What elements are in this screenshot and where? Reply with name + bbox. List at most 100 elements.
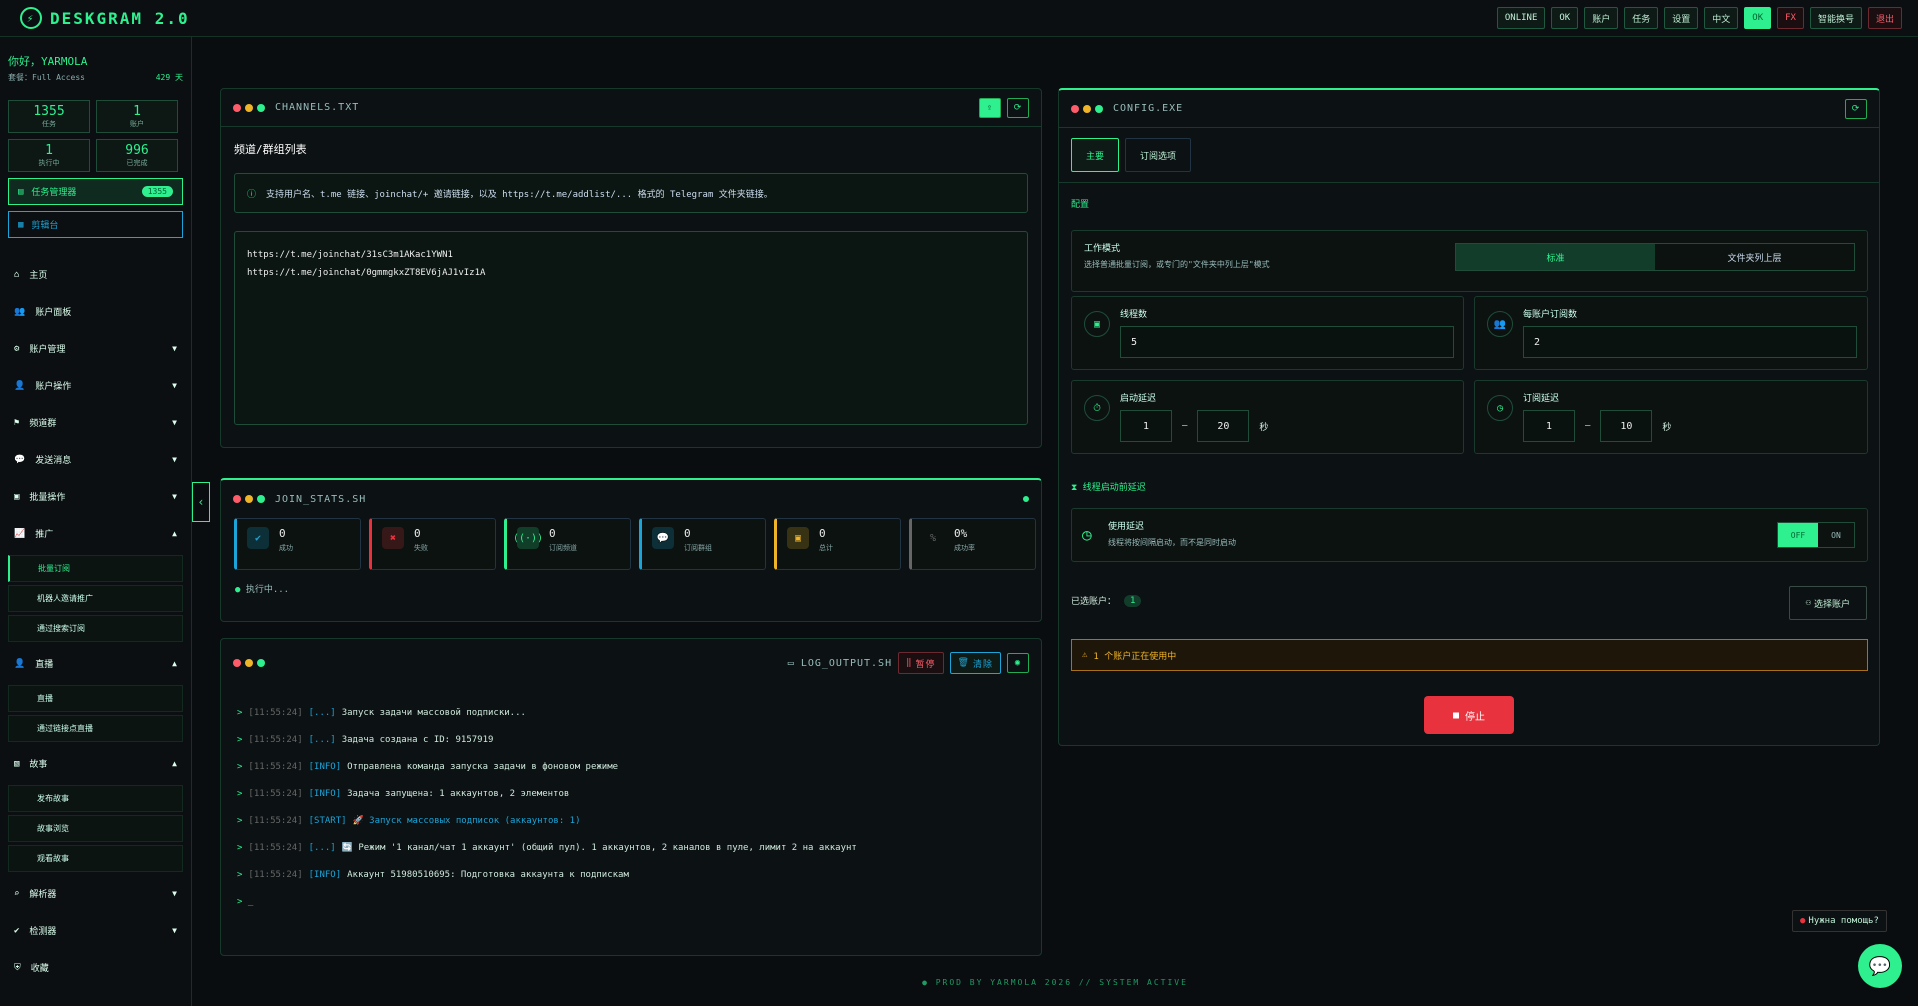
sub-promo-2[interactable]: 机器人邀请推广 bbox=[8, 585, 183, 612]
sub-posts-2[interactable]: 故事浏览 bbox=[8, 815, 183, 842]
log-message: Запуск задачи массовой подписки... bbox=[341, 707, 526, 718]
window-dots bbox=[1071, 104, 1103, 113]
sub-lives-2[interactable]: 通过链接点直播 bbox=[8, 715, 183, 742]
user-icon: 👤 bbox=[14, 380, 26, 391]
log-message: 🔄 Режим '1 канал/чат 1 аккаунт' (общий п… bbox=[341, 842, 857, 853]
upload-icon[interactable]: ⇪ bbox=[979, 97, 1001, 118]
sub-posts-3[interactable]: 观看故事 bbox=[8, 845, 183, 872]
stat-icon: ▣ bbox=[787, 527, 809, 549]
nav-label: 频道群 bbox=[29, 419, 57, 429]
nav-label: 批量操作 bbox=[29, 493, 66, 503]
stat-icon: ((·)) bbox=[513, 527, 543, 549]
log-message: 🚀 Запуск массовых подписок (аккаунтов: 1… bbox=[352, 815, 581, 826]
config-section: 配置 bbox=[1071, 200, 1090, 210]
eye-icon[interactable]: ◉ bbox=[1007, 653, 1029, 673]
log-time: [11:55:24] bbox=[248, 734, 303, 745]
sub-max[interactable]: 10 bbox=[1600, 410, 1653, 442]
nav-parser[interactable]: ⌕ 解析器 ▼ bbox=[0, 875, 191, 912]
task-manager-button[interactable]: ▤ 任务管理器 1355 bbox=[8, 178, 183, 205]
tab-label: 订阅选项 bbox=[1140, 151, 1177, 162]
topbar-button[interactable]: OK bbox=[1744, 7, 1772, 29]
mode-standard[interactable]: 标准 bbox=[1456, 244, 1655, 270]
help-chip[interactable]: ● Нужна помощь? bbox=[1792, 910, 1887, 932]
selected-count: 1 bbox=[1124, 594, 1142, 607]
logo-icon: ⚡ bbox=[20, 7, 42, 29]
chevron-up-icon: ▲ bbox=[172, 529, 177, 538]
log-line: > [11:55:24] [INFO] Задача запущена: 1 акка… bbox=[237, 788, 570, 799]
sub-delay-card: ◷ 订阅延迟 1— 10 秒 bbox=[1474, 380, 1868, 454]
log-line: > [11:55:24] [INFO] Аккаунт 51980510695: По… bbox=[237, 869, 629, 880]
nav-label: 推广 bbox=[35, 530, 54, 540]
sub-label: 订阅延迟 bbox=[1523, 394, 1560, 404]
status-dot bbox=[1023, 496, 1029, 502]
select-accounts-button[interactable]: ⚇ 选择账户 bbox=[1788, 586, 1867, 620]
sub-lives-1[interactable]: 直播 bbox=[8, 685, 183, 712]
log-line: > [11:55:24] [...] Запуск задачи массовой п… bbox=[237, 707, 526, 718]
sub-posts-1[interactable]: 发布故事 bbox=[8, 785, 183, 812]
nav-bottom[interactable]: ⛨ 收藏 bbox=[0, 949, 191, 986]
stop-button[interactable]: ■ 停止 bbox=[1424, 696, 1514, 734]
sub-promo-1[interactable]: 批量订阅 bbox=[8, 555, 183, 582]
threads-card: ▣ 线程数 5 bbox=[1071, 296, 1464, 370]
refresh-icon[interactable]: ⟳ bbox=[1845, 98, 1867, 119]
topbar-button[interactable]: 智能换号 bbox=[1809, 7, 1862, 29]
topbar-button[interactable]: 中文 bbox=[1704, 7, 1739, 29]
topbar-button[interactable]: 账户 bbox=[1584, 7, 1619, 29]
info-text: 支持用户名、t.me 链接、joinchat/+ 邀请链接，以及 https:/… bbox=[266, 189, 773, 200]
chevron-up-icon: ▲ bbox=[172, 759, 177, 768]
topbar-button[interactable]: 退出 bbox=[1867, 7, 1902, 29]
clear-button[interactable]: 🗑 清除 bbox=[949, 652, 1001, 674]
mode-folder[interactable]: 文件夹列上层 bbox=[1655, 244, 1854, 270]
log-time: [11:55:24] bbox=[248, 869, 303, 880]
topbar-button[interactable]: 任务 bbox=[1624, 7, 1659, 29]
nav-posts[interactable]: ▧ 故事 ▲ bbox=[0, 745, 191, 782]
tab-main[interactable]: 主要 bbox=[1071, 138, 1120, 172]
nav-home[interactable]: ⌂ 主页 bbox=[0, 256, 191, 293]
tab-options[interactable]: 订阅选项 bbox=[1125, 138, 1192, 172]
collapse-sidebar-button[interactable]: ‹ bbox=[192, 482, 210, 522]
log-tag: [INFO] bbox=[308, 869, 342, 880]
threads-label: 线程数 bbox=[1120, 310, 1148, 320]
stat-icon: ✔ bbox=[247, 527, 269, 549]
nav-label: 账户操作 bbox=[35, 382, 72, 392]
start-max[interactable]: 20 bbox=[1197, 410, 1250, 442]
log-line: > [11:55:24] [INFO] Отправлена команда запу… bbox=[237, 761, 619, 772]
sub-label: 直播 bbox=[37, 694, 53, 703]
nav-checker[interactable]: ✔ 检测器 ▼ bbox=[0, 912, 191, 949]
channels-textarea[interactable]: https://t.me/joinchat/31sC3m1AKac1YWN1 ht… bbox=[234, 231, 1028, 425]
per-input[interactable]: 2 bbox=[1523, 326, 1857, 358]
nav-acc-manage[interactable]: ⚙ 账户管理 ▼ bbox=[0, 330, 191, 367]
info-icon: ⓘ bbox=[247, 189, 257, 200]
nav-lives[interactable]: 👤 直播 ▲ bbox=[0, 645, 191, 682]
start-min[interactable]: 1 bbox=[1120, 410, 1172, 442]
nav-bulk[interactable]: ▣ 批量操作 ▼ bbox=[0, 478, 191, 515]
delay-toggle[interactable]: OFF ON bbox=[1777, 522, 1855, 548]
nav-accounts[interactable]: 👥 账户面板 bbox=[0, 293, 191, 330]
ops-button[interactable]: ▦ 剪辑台 bbox=[8, 211, 183, 238]
shield-icon: ⛨ bbox=[14, 962, 21, 973]
nav-messages[interactable]: 💬 发送消息 ▼ bbox=[0, 441, 191, 478]
stat-value: 0 bbox=[549, 527, 556, 540]
sub-promo-3[interactable]: 通过搜索订阅 bbox=[8, 615, 183, 642]
sub-min[interactable]: 1 bbox=[1523, 410, 1575, 442]
nav-acc-ops[interactable]: 👤 账户操作 ▼ bbox=[0, 367, 191, 404]
stat-value: 0 bbox=[819, 527, 826, 540]
nav-promo[interactable]: 📈 推广 ▲ bbox=[0, 515, 191, 552]
pre-delay-heading: ⧗ 线程启动前延迟 bbox=[1071, 483, 1146, 493]
check-icon: ✔ bbox=[14, 925, 20, 936]
refresh-icon[interactable]: ⟳ bbox=[1007, 97, 1029, 118]
stat-label: 账户 bbox=[130, 120, 144, 128]
stat-label: 已完成 bbox=[126, 159, 148, 167]
topbar-button[interactable]: 设置 bbox=[1664, 7, 1699, 29]
pause-button[interactable]: ‖ 暂停 bbox=[898, 652, 944, 674]
sub-label: 通过搜索订阅 bbox=[37, 624, 85, 633]
join-header: JOIN_STATS.SH bbox=[221, 480, 1041, 518]
panel-title: CONFIG.EXE bbox=[1113, 103, 1184, 114]
topbar-button[interactable]: OK bbox=[1551, 7, 1579, 29]
chat-fab-icon[interactable]: 💬 bbox=[1858, 944, 1902, 988]
threads-input[interactable]: 5 bbox=[1120, 326, 1454, 358]
topbar-button[interactable]: FX bbox=[1777, 7, 1804, 29]
nav-channels[interactable]: ⚑ 频道群 ▼ bbox=[0, 404, 191, 441]
topbar-button[interactable]: ONLINE bbox=[1496, 7, 1546, 29]
chevron-down-icon: ▼ bbox=[172, 381, 177, 390]
